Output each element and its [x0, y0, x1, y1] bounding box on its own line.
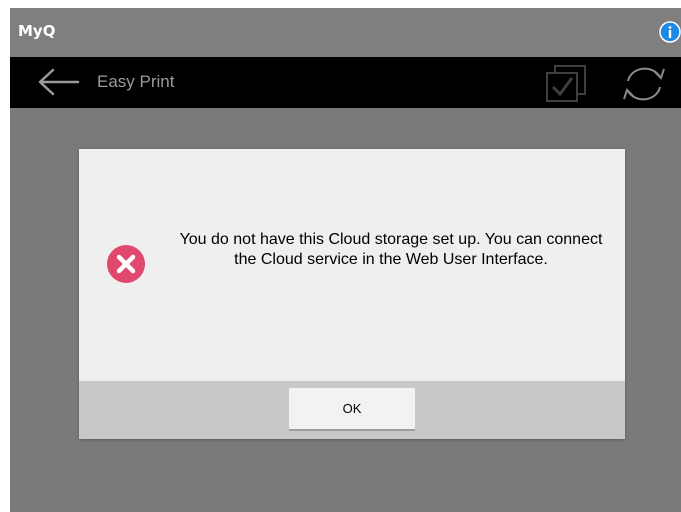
ok-button[interactable]: OK [289, 388, 415, 431]
page-title: Easy Print [97, 72, 175, 91]
dialog-body: You do not have this Cloud storage set u… [79, 149, 625, 381]
refresh-icon[interactable] [620, 63, 668, 105]
screen: MyQ Easy Print You do not have this Clou… [10, 8, 681, 512]
info-icon[interactable] [659, 21, 681, 43]
back-arrow-icon[interactable] [36, 67, 80, 97]
dialog-message: You do not have this Cloud storage set u… [179, 231, 603, 268]
top-bar: MyQ [10, 8, 681, 57]
nav-bar: Easy Print [10, 57, 681, 108]
checkbox-select-icon[interactable] [543, 63, 589, 103]
error-icon [107, 245, 145, 283]
app-brand: MyQ [18, 22, 56, 40]
error-dialog: You do not have this Cloud storage set u… [79, 149, 625, 439]
dialog-footer: OK [79, 381, 625, 439]
